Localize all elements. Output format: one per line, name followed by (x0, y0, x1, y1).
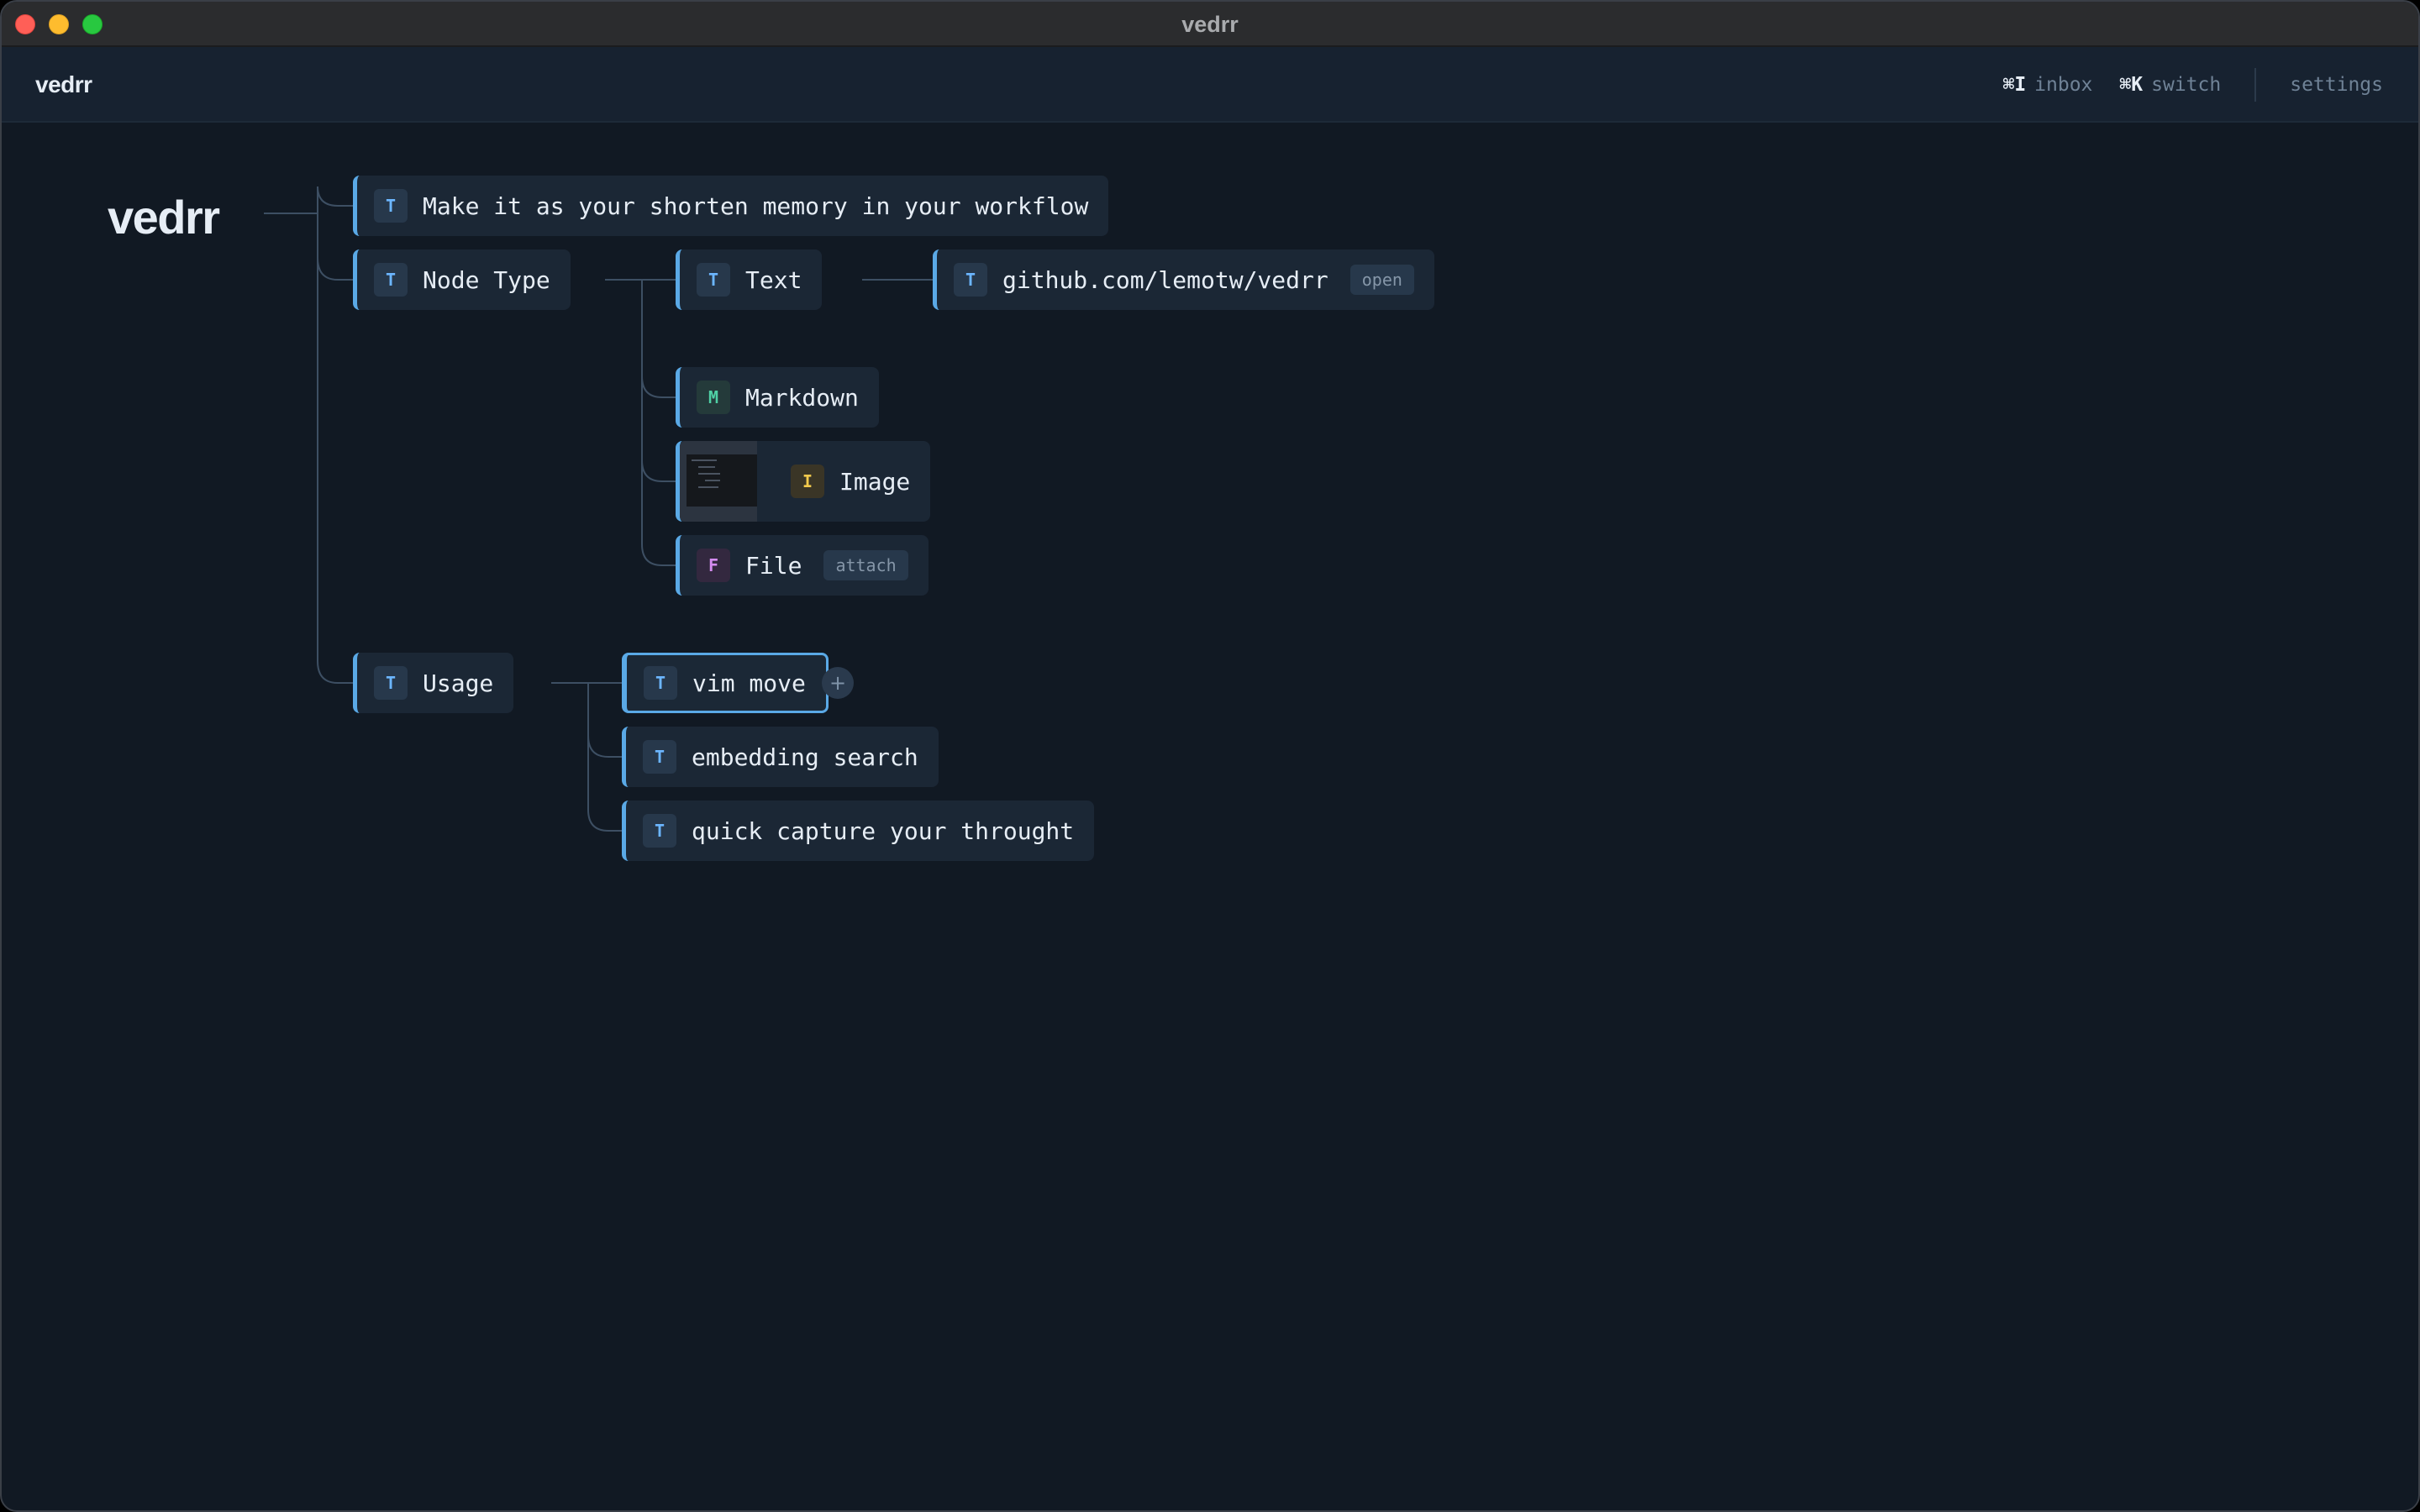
node-label: vim move (692, 669, 806, 697)
thumbnail-line (698, 486, 718, 488)
thumbnail-line (692, 459, 717, 461)
brand-logo: vedrr (35, 71, 92, 97)
top-navigation: ⌘I inbox ⌘K switch settings (2002, 47, 2383, 123)
node-file[interactable]: F File attach (676, 535, 929, 596)
text-type-badge: T (643, 740, 676, 774)
settings-label: settings (2290, 74, 2383, 96)
open-link-tag[interactable]: open (1349, 265, 1414, 295)
node-label: Image (839, 467, 911, 496)
root-node-title[interactable]: vedrr (108, 190, 220, 244)
text-type-badge: T (644, 666, 677, 700)
attach-file-tag[interactable]: attach (823, 550, 908, 580)
node-label: github.com/lemotw/vedrr (1002, 265, 1328, 294)
image-thumbnail (680, 441, 757, 522)
node-markdown[interactable]: M Markdown (676, 367, 879, 428)
node-label: quick capture your throught (692, 816, 1075, 845)
node-embedding-search[interactable]: T embedding search (622, 727, 939, 787)
text-type-badge: T (697, 263, 730, 297)
node-text[interactable]: T Text (676, 249, 823, 310)
thumbnail-preview (687, 454, 757, 507)
node-label: Usage (423, 669, 494, 697)
node-label: Markdown (745, 383, 859, 412)
inbox-button[interactable]: ⌘I inbox (2002, 74, 2092, 96)
settings-button[interactable]: settings (2290, 74, 2383, 96)
markdown-type-badge: M (697, 381, 730, 414)
switch-label: switch (2151, 74, 2222, 96)
node-image[interactable]: I Image (676, 441, 931, 522)
inbox-label: inbox (2034, 74, 2093, 96)
text-type-badge: T (954, 263, 987, 297)
node-label: File (745, 551, 802, 580)
node-label: Text (745, 265, 802, 294)
text-type-badge: T (643, 814, 676, 848)
node-github[interactable]: T github.com/lemotw/vedrr open (933, 249, 1434, 310)
thumbnail-line (698, 473, 720, 475)
text-type-badge: T (374, 189, 408, 223)
window-title: vedrr (1181, 12, 1239, 37)
plus-icon: + (829, 671, 847, 695)
title-bar[interactable]: vedrr (2, 2, 2418, 47)
node-label: Make it as your shorten memory in your w… (423, 192, 1089, 220)
node-node-type[interactable]: T Node Type (353, 249, 571, 310)
node-quick-capture[interactable]: T quick capture your throught (622, 801, 1095, 861)
node-label: Node Type (423, 265, 550, 294)
node-vim-move[interactable]: T vim move (622, 653, 829, 713)
thumbnail-line (698, 466, 715, 468)
app-header: vedrr ⌘I inbox ⌘K switch settings (2, 47, 2418, 123)
add-child-button[interactable]: + (822, 667, 854, 699)
thumbnail-line (705, 480, 720, 481)
switch-shortcut: ⌘K (2119, 74, 2144, 96)
file-type-badge: F (697, 549, 730, 582)
node-memory[interactable]: T Make it as your shorten memory in your… (353, 176, 1109, 236)
nav-divider (2254, 68, 2257, 102)
app-window: vedrr vedrr ⌘I inbox ⌘K switch settings (0, 0, 2420, 1512)
text-type-badge: T (374, 263, 408, 297)
switch-button[interactable]: ⌘K switch (2119, 74, 2221, 96)
image-type-badge: I (791, 465, 824, 498)
node-label: embedding search (692, 743, 918, 771)
node-usage[interactable]: T Usage (353, 653, 514, 713)
text-type-badge: T (374, 666, 408, 700)
inbox-shortcut: ⌘I (2002, 74, 2027, 96)
